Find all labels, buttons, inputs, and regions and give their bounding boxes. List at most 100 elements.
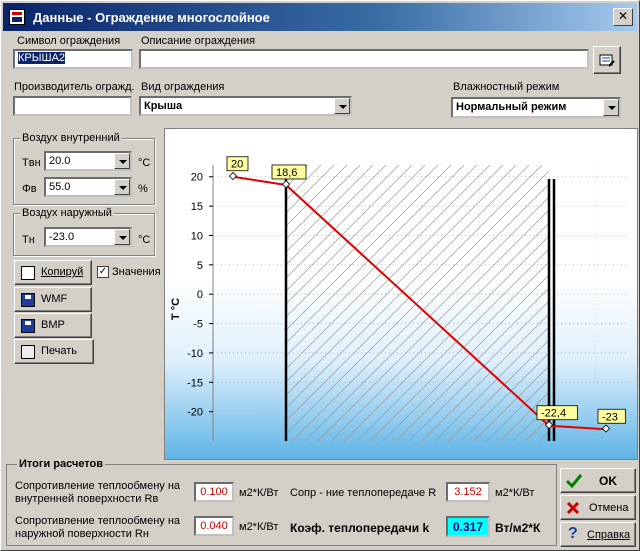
rh-label-2: наружной поверхности Rн [15, 528, 149, 540]
results-group: Итоги расчетов Сопротивление теплообмену… [6, 458, 557, 546]
hatch-line [286, 165, 530, 409]
hatch-line [473, 365, 549, 441]
data-label: -22,4 [541, 408, 566, 420]
y-tick-label: 5 [197, 260, 203, 272]
wmf-button[interactable]: WMF [14, 287, 92, 312]
data-label: 18,6 [276, 167, 297, 179]
values-checkbox[interactable]: ✓ [97, 266, 109, 278]
rb-unit: м2*К/Вт [239, 487, 279, 499]
y-tick-label: 20 [191, 172, 203, 184]
t-out-label: Tн [22, 234, 35, 246]
ok-button[interactable]: OK [560, 468, 636, 493]
print-label: Печать [41, 345, 78, 357]
bmp-label: BMP [41, 319, 65, 331]
phi-value: 55.0 [49, 181, 71, 193]
rh-value[interactable]: 0.040 [194, 516, 234, 536]
phi-label: Φв [22, 183, 37, 195]
chevron-down-icon[interactable] [114, 179, 130, 195]
form-edit-icon [599, 54, 615, 67]
t-in-unit: °C [138, 157, 151, 169]
symbol-value: КРЫША2 [18, 52, 66, 64]
help-label: Справка [587, 529, 631, 541]
y-tick-label: 15 [191, 201, 203, 213]
type-combo[interactable]: Крыша [139, 96, 352, 116]
y-axis-label: T °C [170, 298, 182, 320]
air-inside-title: Воздух внутренний [20, 132, 122, 144]
edit-description-button[interactable] [593, 46, 621, 74]
t-out-value: -23.0 [49, 231, 75, 243]
data-point [228, 171, 238, 181]
data-label: -23 [602, 411, 618, 423]
k-value[interactable]: 0.317 [446, 516, 490, 537]
floppy-icon [21, 293, 35, 307]
chevron-down-icon[interactable] [114, 229, 130, 245]
cancel-label: Отмена [589, 502, 629, 514]
data-label: 20 [231, 159, 243, 171]
hatch-line [512, 404, 549, 441]
maker-input[interactable] [13, 96, 132, 116]
y-tick-label: -15 [187, 377, 203, 389]
values-label: Значения [112, 266, 161, 278]
floppy-icon [21, 319, 35, 333]
printer-icon [21, 345, 35, 359]
maker-label: Производитель огражд. [14, 81, 135, 93]
y-tick-label: 0 [197, 289, 203, 301]
hatch-line [165, 165, 282, 441]
humidity-label: Влажностный режим [453, 81, 560, 93]
copy-label: Копируй [41, 266, 84, 278]
phi-combo[interactable]: 55.0 [44, 177, 132, 197]
rb-label-1: Сопротивление теплообмену на [15, 480, 181, 492]
hatch-line [317, 209, 549, 441]
help-icon: ? [568, 525, 578, 542]
title-bar: Данные - Ограждение многослойное ✕ [3, 3, 637, 31]
results-title: Итоги расчетов [17, 458, 106, 470]
window-title: Данные - Ограждение многослойное [33, 10, 270, 25]
bmp-button[interactable]: BMP [14, 313, 92, 338]
chevron-down-icon[interactable] [114, 153, 130, 169]
hatch-line [395, 287, 549, 441]
t-out-unit: °C [138, 234, 151, 246]
type-value: Крыша [144, 100, 183, 112]
cross-icon [566, 501, 580, 515]
humidity-value: Нормальный режим [456, 101, 567, 113]
type-label: Вид ограждения [141, 81, 225, 93]
rb-value[interactable]: 0.100 [194, 482, 234, 502]
symbol-label: Символ ограждения [17, 35, 121, 47]
chart-panel: 20 15 10 5 0 -5 -10 -15 -20 T °C 20 18,6 -22,4 -23 [164, 128, 638, 460]
copy-button[interactable]: Копируй [14, 260, 92, 285]
print-button[interactable]: Печать [14, 339, 94, 364]
close-button[interactable]: ✕ [613, 8, 633, 26]
description-input[interactable] [139, 49, 589, 69]
hatch-line [356, 248, 549, 441]
t-out-combo[interactable]: -23.0 [44, 227, 132, 247]
symbol-input[interactable]: КРЫША2 [13, 49, 133, 69]
r-unit: м2*К/Вт [495, 487, 535, 499]
data-point [601, 424, 611, 433]
chevron-down-icon[interactable] [334, 98, 350, 114]
hatch-line [286, 165, 491, 370]
wmf-label: WMF [41, 293, 68, 305]
air-inside-group: Воздух внутренний Tвн 20.0 °C Φв 55.0 % [13, 132, 155, 205]
ok-label: OK [599, 474, 617, 488]
t-in-combo[interactable]: 20.0 [44, 151, 132, 171]
cancel-button[interactable]: Отмена [560, 495, 636, 520]
air-outside-group: Воздух наружный Tн -23.0 °C [13, 207, 155, 256]
check-icon [565, 474, 583, 489]
hatch-line [304, 196, 549, 441]
copy-icon [21, 266, 35, 280]
hatch-line [286, 165, 543, 422]
air-outside-title: Воздух наружный [20, 207, 114, 219]
r-value[interactable]: 3.152 [446, 482, 490, 502]
t-in-value: 20.0 [49, 155, 71, 167]
help-button[interactable]: ? Справка [560, 522, 636, 547]
y-tick-label: -10 [187, 348, 203, 360]
k-label: Коэф. теплопередачи k [290, 521, 430, 535]
dialog-window: Данные - Ограждение многослойное ✕ Симво… [0, 0, 640, 551]
k-unit: Вт/м2*К [495, 521, 541, 535]
phi-unit: % [138, 183, 148, 195]
y-tick-label: -5 [193, 319, 203, 331]
rh-label-1: Сопротивление теплообмену на [15, 515, 181, 527]
humidity-combo[interactable]: Нормальный режим [451, 97, 621, 118]
chevron-down-icon[interactable] [603, 99, 619, 116]
description-label: Описание ограждения [141, 35, 256, 47]
